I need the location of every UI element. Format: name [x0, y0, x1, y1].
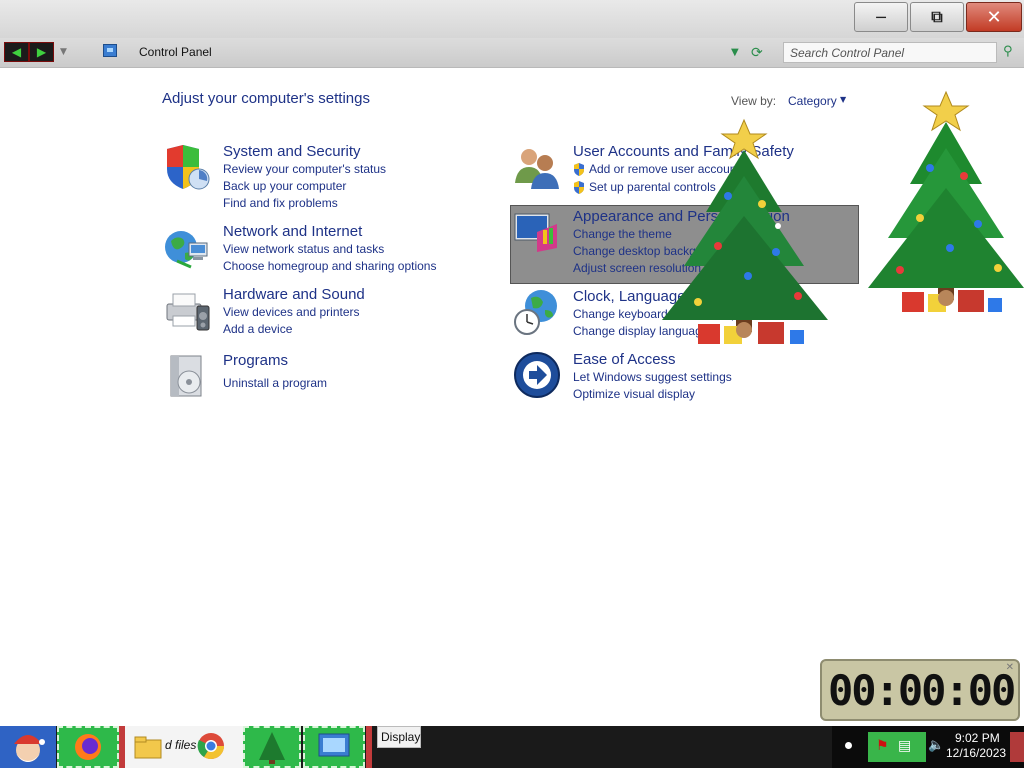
- tray-notification-dot: [845, 742, 852, 749]
- control-panel-icon: [318, 733, 350, 757]
- taskbar-explorer-label: d files: [165, 738, 197, 752]
- address-bar: ◀ ▶ ▼ Control Panel ▼ ⟳ Search Control P…: [0, 38, 1024, 68]
- close-button[interactable]: ✕: [966, 2, 1022, 32]
- clock-globe-icon: [514, 290, 557, 335]
- close-icon[interactable]: ✕: [1006, 662, 1014, 673]
- restore-button[interactable]: ⧉: [910, 2, 964, 32]
- show-desktop-button[interactable]: [1010, 732, 1024, 762]
- christmas-tree-decoration: [868, 90, 1024, 312]
- taskbar-control-panel[interactable]: [303, 726, 365, 768]
- category-network-internet: Network and Internet View network status…: [163, 223, 483, 278]
- category-programs: Programs Uninstall a program: [163, 352, 483, 397]
- page-title: Adjust your computer's settings: [162, 90, 370, 107]
- close-icon: ✕: [986, 6, 1002, 28]
- users-icon: [515, 149, 559, 189]
- countdown-timer-widget[interactable]: 00:00:00 ✕: [820, 659, 1020, 721]
- nav-buttons: ◀ ▶: [4, 42, 54, 62]
- start-button[interactable]: [0, 726, 56, 768]
- link-optimize-display[interactable]: Optimize visual display: [573, 387, 695, 401]
- taskbar-chrome[interactable]: [196, 726, 226, 768]
- taskbar-christmas-app[interactable]: [243, 726, 301, 768]
- programs-box-icon: [170, 355, 202, 397]
- forward-button[interactable]: ▶: [29, 42, 54, 62]
- display-tooltip[interactable]: Display: [377, 726, 421, 748]
- category-title[interactable]: Network and Internet: [223, 223, 362, 240]
- clock-time[interactable]: 9:02 PM: [955, 731, 1000, 745]
- link-homegroup[interactable]: Choose homegroup and sharing options: [223, 259, 436, 273]
- action-center-flag-icon[interactable]: ⚑: [876, 738, 889, 754]
- security-shield-icon: [167, 145, 210, 190]
- control-panel-icon: [103, 44, 117, 57]
- uac-shield-icon: [574, 181, 584, 194]
- breadcrumb-control-panel[interactable]: Control Panel: [139, 45, 212, 59]
- back-button[interactable]: ◀: [4, 42, 29, 62]
- category-ease-of-access: Ease of Access Let Windows suggest setti…: [513, 351, 833, 406]
- desktop: ─ ⧉ ✕ ◀ ▶ ▼ Control Panel ▼ ⟳ Search Con…: [0, 0, 1024, 768]
- back-arrow-icon: ◀: [11, 45, 22, 59]
- network-globe-icon: [165, 231, 208, 269]
- link-find-fix[interactable]: Find and fix problems: [223, 196, 338, 210]
- link-back-up[interactable]: Back up your computer: [223, 179, 346, 193]
- chrome-icon: [197, 733, 225, 760]
- search-input[interactable]: Search Control Panel: [783, 42, 997, 63]
- taskbar-firefox[interactable]: [57, 726, 119, 768]
- chevron-down-icon[interactable]: ▼: [840, 95, 846, 104]
- link-review-status[interactable]: Review your computer's status: [223, 162, 386, 176]
- link-suggest-settings[interactable]: Let Windows suggest settings: [573, 370, 732, 384]
- title-bar: ─ ⧉ ✕: [0, 0, 1024, 38]
- link-change-theme[interactable]: Change the theme: [573, 227, 672, 241]
- taskbar-separator: [366, 726, 372, 768]
- recent-pages-dropdown-icon[interactable]: ▼: [60, 47, 67, 57]
- christmas-tree-decoration: [662, 118, 828, 344]
- timer-digits: 00:00:00: [828, 666, 1016, 715]
- category-title[interactable]: Programs: [223, 352, 288, 369]
- view-by-label: View by:: [731, 94, 777, 108]
- ease-of-access-icon: [514, 352, 560, 398]
- link-uninstall[interactable]: Uninstall a program: [223, 376, 327, 390]
- appearance-monitor-icon: [514, 213, 557, 252]
- category-title[interactable]: System and Security: [223, 143, 361, 160]
- search-icon[interactable]: ⚲: [1003, 44, 1013, 59]
- printer-icon: [166, 293, 210, 331]
- santa-icon: [14, 735, 45, 762]
- view-by-dropdown[interactable]: Category: [788, 94, 837, 108]
- address-dropdown-icon[interactable]: ▼: [731, 47, 739, 58]
- clock-date[interactable]: 12/16/2023: [946, 746, 1006, 760]
- link-add-device[interactable]: Add a device: [223, 322, 292, 336]
- minimize-button[interactable]: ─: [854, 2, 908, 32]
- uac-shield-icon: [574, 163, 584, 176]
- link-devices-printers[interactable]: View devices and printers: [223, 305, 360, 319]
- link-network-status[interactable]: View network status and tasks: [223, 242, 384, 256]
- network-icon[interactable]: ▤: [898, 738, 911, 754]
- category-hardware-sound: Hardware and Sound View devices and prin…: [163, 286, 483, 341]
- volume-icon[interactable]: 🔈: [928, 738, 944, 753]
- refresh-icon[interactable]: ⟳: [751, 45, 763, 61]
- firefox-icon: [75, 734, 101, 760]
- restore-icon: ⧉: [931, 7, 943, 26]
- tree-icon: [259, 732, 285, 764]
- category-title[interactable]: Hardware and Sound: [223, 286, 365, 303]
- minimize-icon: ─: [876, 7, 886, 27]
- window-controls: ─ ⧉ ✕: [854, 2, 1022, 32]
- forward-arrow-icon: ▶: [36, 45, 47, 59]
- tray-icons[interactable]: ⚑ ▤: [868, 732, 926, 762]
- category-system-security: System and Security Review your computer…: [163, 143, 483, 213]
- folder-icon: [134, 736, 162, 759]
